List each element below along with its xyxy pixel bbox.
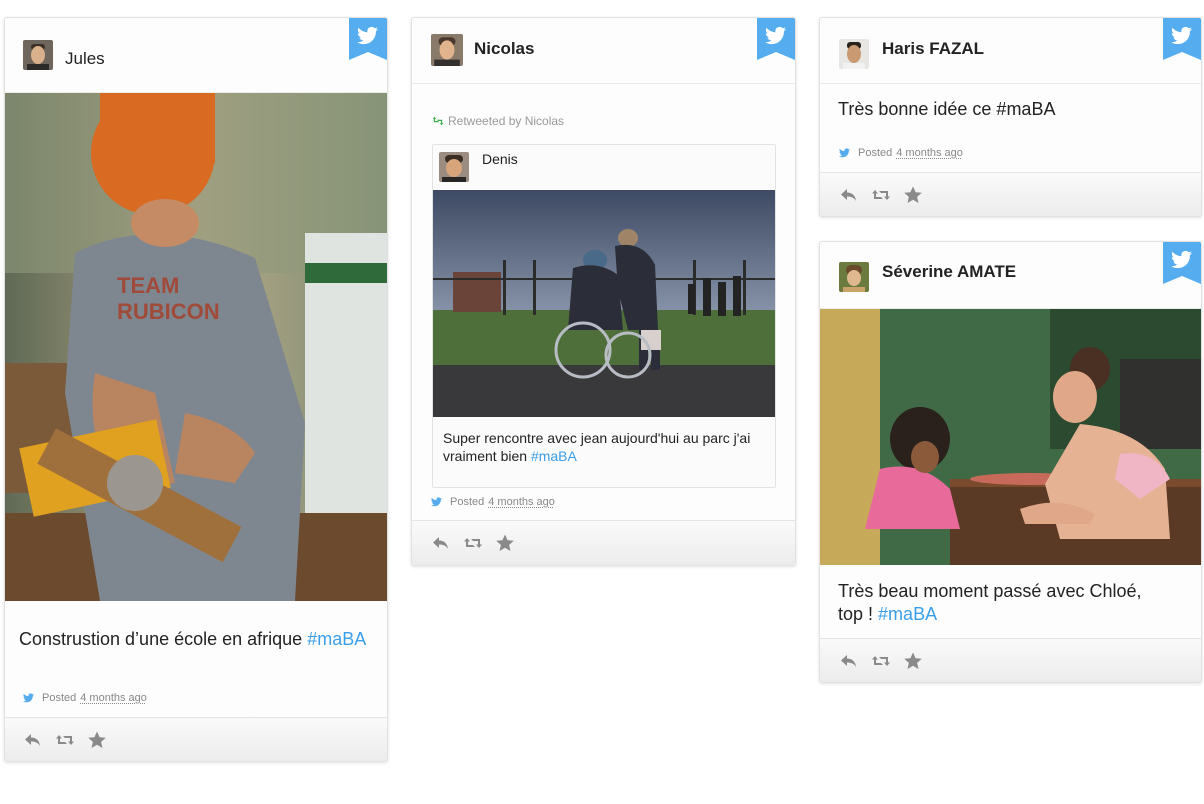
tweet-photo[interactable] [433,190,775,417]
tweet-text-line: top ! #maBA [838,603,1188,626]
twitter-ribbon-icon[interactable] [1163,18,1201,60]
posted-time-link[interactable]: 4 months ago [488,496,555,508]
twitter-bird-icon [23,693,34,703]
retweet-icon[interactable] [463,533,483,553]
tweet-header: Séverine AMATE [820,242,1201,309]
tweet-text-line: Très beau moment passé avec Chloé, [838,581,1142,601]
retweet-small-icon [432,116,444,126]
twitter-ribbon-icon[interactable] [757,18,795,60]
favorite-icon[interactable] [903,185,923,205]
reply-icon[interactable] [839,185,859,205]
twitter-ribbon-icon[interactable] [1163,242,1201,284]
tweet-text-body: Super rencontre avec jean aujourd'hui au… [443,430,751,464]
tweet-header: Jules [5,18,387,93]
favorite-icon[interactable] [903,651,923,671]
hashtag-link[interactable]: #maBA [531,448,577,464]
posted-time-link[interactable]: 4 months ago [896,147,963,159]
tweet-card-haris-fazal: Haris FAZAL Très bonne idée ce #maBA Pos… [819,17,1202,217]
tweet-actions [5,717,387,761]
hashtag-link[interactable]: #maBA [878,604,937,624]
author-name[interactable]: Haris FAZAL [882,39,984,59]
posted-meta: Posted 4 months ago [431,496,555,508]
posted-label: Posted [450,496,485,508]
author-name[interactable]: Séverine AMATE [882,262,1016,282]
retweet-icon[interactable] [871,185,891,205]
favorite-icon[interactable] [495,533,515,553]
reply-icon[interactable] [839,651,859,671]
posted-meta: Posted 4 months ago [23,692,147,704]
tweet-text: Très bonne idée ce #maBA [838,99,1056,119]
posted-label: Posted [858,147,893,159]
twitter-bird-icon [839,148,850,158]
tweet-text-body: Construstion d’une école en afrique [19,629,303,649]
author-name[interactable]: Jules [65,49,105,69]
tweet-header: Haris FAZAL [820,18,1201,84]
posted-label: Posted [42,692,77,704]
avatar[interactable] [839,39,869,69]
posted-time-link[interactable]: 4 months ago [80,692,147,704]
avatar[interactable] [23,40,53,70]
retweeted-tweet[interactable]: Denis Super rencontre avec jean aujourd'… [432,144,776,488]
tweet-card-severine-amate: Séverine AMATE Très beau moment passé av… [819,241,1202,683]
reply-icon[interactable] [23,730,43,750]
twitter-ribbon-icon[interactable] [349,18,387,60]
svg-text:RUBICON: RUBICON [117,299,220,324]
tweet-text: Construstion d’une école en afrique #maB… [19,628,385,651]
svg-text:TEAM: TEAM [117,273,179,298]
reply-icon[interactable] [431,533,451,553]
avatar[interactable] [439,152,469,182]
retweet-notice: Retweeted by Nicolas [432,114,564,128]
tweet-photo[interactable]: TEAM RUBICON [5,93,387,601]
author-name[interactable]: Denis [482,151,518,167]
tweet-card-jules: Jules TEAM RUBICON Construstion d’une éc… [4,17,388,762]
tweet-text: Très beau moment passé avec Chloé, top !… [838,580,1188,626]
posted-meta: Posted 4 months ago [839,147,963,159]
tweet-text-body: top ! [838,604,874,624]
author-name[interactable]: Nicolas [474,39,534,59]
hashtag-link[interactable]: #maBA [307,629,366,649]
tweet-header: Nicolas [412,18,795,84]
retweet-label[interactable]: Retweeted by Nicolas [448,114,564,128]
tweet-actions [412,520,795,565]
tweet-actions [820,638,1201,682]
favorite-icon[interactable] [87,730,107,750]
retweet-icon[interactable] [55,730,75,750]
tweet-text: Super rencontre avec jean aujourd'hui au… [443,429,763,465]
avatar[interactable] [431,34,463,66]
retweet-icon[interactable] [871,651,891,671]
twitter-bird-icon [431,497,442,507]
tweet-photo[interactable] [820,309,1201,565]
tweet-actions [820,172,1201,216]
tweet-card-nicolas: Nicolas Retweeted by Nicolas Denis Super… [411,17,796,566]
avatar[interactable] [839,262,869,292]
